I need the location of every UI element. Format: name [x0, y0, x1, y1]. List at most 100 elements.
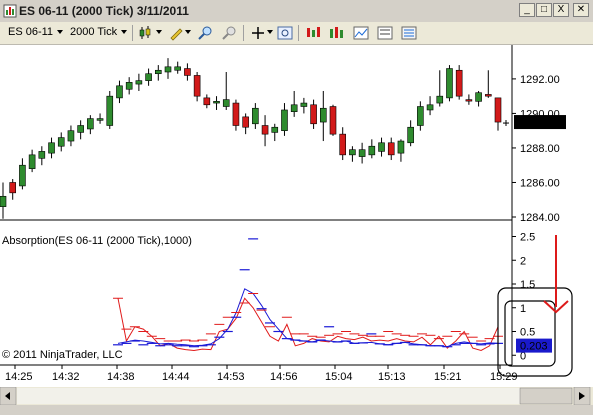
time-tick-label: 15:21: [434, 371, 462, 383]
last-price-label: 1289.50: [518, 117, 558, 129]
magnifier-icon[interactable]: [276, 25, 294, 41]
candle-body[interactable]: [67, 130, 75, 142]
candle-body[interactable]: [57, 137, 65, 147]
candle-body[interactable]: [38, 151, 46, 159]
candle-body[interactable]: [77, 125, 84, 133]
candle-body[interactable]: [319, 107, 327, 123]
candle-body[interactable]: [378, 142, 385, 152]
zoom-in-icon[interactable]: [196, 25, 214, 41]
candle-body[interactable]: [465, 99, 473, 102]
toolbar-separator: [132, 25, 133, 41]
candle-body[interactable]: [446, 68, 453, 99]
zoom-out-icon[interactable]: [220, 25, 238, 41]
candle-body[interactable]: [174, 66, 182, 71]
strategies-icon[interactable]: [304, 25, 322, 41]
candle-body[interactable]: [484, 94, 492, 97]
chart-properties-icon[interactable]: [352, 25, 370, 41]
candle-body[interactable]: [213, 101, 220, 104]
candle-body[interactable]: [281, 109, 288, 131]
time-tick-label: 15:04: [325, 371, 353, 383]
candle-body[interactable]: [329, 106, 337, 135]
candle-body[interactable]: [387, 142, 395, 156]
instrument-selector[interactable]: ES 06-11: [8, 26, 53, 38]
indicator-tick-label: 1.5: [520, 279, 535, 291]
candle-body[interactable]: [494, 97, 502, 123]
candle-body[interactable]: [87, 118, 94, 130]
indicator-label: Absorption(ES 06-11 (2000 Tick),1000): [2, 235, 192, 247]
data-box-icon[interactable]: [376, 25, 394, 41]
time-tick-label: 14:44: [162, 371, 190, 383]
time-tick-label: 14:53: [217, 371, 245, 383]
candle-body[interactable]: [368, 145, 376, 156]
candle-body[interactable]: [19, 164, 26, 187]
candle-body[interactable]: [397, 140, 405, 154]
price-tick-label: 1288.00: [520, 143, 560, 155]
scrollbar-thumb[interactable]: [519, 387, 573, 405]
candle-body[interactable]: [310, 104, 317, 125]
period-chevron-down-icon[interactable]: [121, 30, 127, 34]
candle-body[interactable]: [455, 69, 463, 97]
candle-body[interactable]: [48, 142, 55, 154]
horizontal-scrollbar[interactable]: [0, 387, 593, 405]
candle-body[interactable]: [184, 68, 191, 76]
candle-body[interactable]: [164, 66, 172, 73]
window-title: ES 06-11 (2000 Tick) 3/11/2011: [19, 4, 189, 18]
time-tick-label: 14:38: [107, 371, 135, 383]
close-button[interactable]: X: [553, 3, 569, 17]
candle-body[interactable]: [106, 95, 114, 126]
candle-body[interactable]: [116, 85, 123, 99]
style-chevron-down-icon[interactable]: [156, 30, 162, 34]
draw-chevron-down-icon[interactable]: [185, 30, 191, 34]
time-tick-label: 15:13: [378, 371, 406, 383]
candle-body[interactable]: [242, 116, 249, 128]
candle-body[interactable]: [358, 149, 366, 157]
title-bar[interactable]: ES 06-11 (2000 Tick) 3/11/2011 _ □ X ✕: [0, 0, 593, 23]
candle-body[interactable]: [290, 104, 298, 112]
indicator-tick-label: 0.5: [520, 327, 535, 339]
candle-body[interactable]: [300, 102, 308, 107]
time-tick-label: 14:25: [5, 371, 33, 383]
candle-body[interactable]: [203, 97, 211, 106]
candle-body[interactable]: [475, 92, 482, 102]
price-tick-label: 1292.00: [520, 74, 560, 86]
chart-canvas[interactable]: 1292.001290.001288.001286.001284.001289.…: [0, 45, 593, 387]
candle-body[interactable]: [125, 82, 133, 90]
candle-body[interactable]: [261, 125, 269, 135]
candle-body[interactable]: [9, 182, 17, 194]
candle-body[interactable]: [154, 69, 162, 75]
instrument-chevron-down-icon[interactable]: [57, 30, 63, 34]
candle-body[interactable]: [232, 102, 240, 126]
candle-body[interactable]: [135, 80, 143, 85]
candle-body[interactable]: [28, 154, 36, 169]
candle-body[interactable]: [252, 107, 259, 125]
copyright-text: © 2011 NinjaTrader, LLC: [2, 349, 123, 361]
candle-body[interactable]: [339, 133, 347, 156]
properties-list-icon[interactable]: [400, 25, 418, 41]
pencil-draw-icon[interactable]: [168, 25, 186, 41]
candle-body[interactable]: [407, 126, 414, 144]
close-outer-icon[interactable]: ✕: [573, 3, 589, 17]
red-indicator-line: [117, 297, 499, 352]
candle-body[interactable]: [271, 126, 279, 133]
time-tick-label: 15:29: [490, 371, 518, 383]
scrollbar-track[interactable]: [17, 388, 572, 404]
candle-body[interactable]: [426, 104, 434, 111]
chart-area[interactable]: 1292.00 1290.00 1288.00 1286.00 1284.00 1289.…: [0, 45, 593, 387]
minimize-button[interactable]: _: [519, 3, 535, 17]
indicators-icon[interactable]: [328, 25, 346, 41]
candle-body[interactable]: [193, 75, 201, 97]
period-selector[interactable]: 2000 Tick: [70, 26, 117, 38]
crosshair-chevron-down-icon[interactable]: [267, 30, 273, 34]
candle-body[interactable]: [222, 99, 230, 107]
candle-body[interactable]: [145, 73, 152, 81]
candle-body[interactable]: [417, 106, 424, 126]
indicator-tick-label: 2: [520, 255, 526, 267]
candle-body[interactable]: [349, 149, 356, 156]
maximize-button[interactable]: □: [536, 3, 552, 17]
candle-body[interactable]: [0, 195, 7, 207]
crosshair-icon[interactable]: [249, 25, 267, 41]
status-bar: [0, 405, 593, 415]
candle-body[interactable]: [96, 118, 104, 121]
candle-body[interactable]: [436, 95, 444, 104]
candlestick-style-icon[interactable]: [138, 25, 156, 41]
